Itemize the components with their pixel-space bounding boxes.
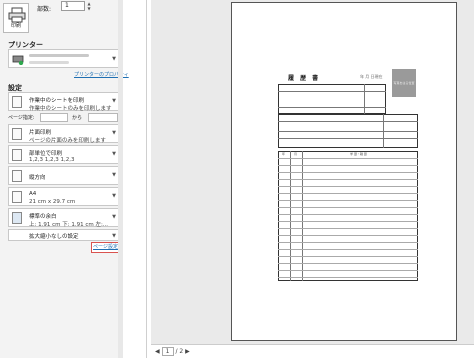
page-total: / 2 (175, 348, 184, 355)
rule (278, 91, 386, 92)
table-row-rule (278, 214, 418, 215)
history-header: 学 歴・職 歴 (350, 152, 367, 156)
rule (278, 138, 418, 139)
printer-status-icon (12, 55, 24, 65)
chevron-down-icon: ▼ (112, 172, 116, 178)
scaling-dropdown[interactable]: 拡大縮小なしの設定 ▼ (8, 229, 120, 241)
col-year: 年 (282, 152, 286, 156)
collate-dropdown[interactable]: 部単位で印刷 1,2,3 1,2,3 1,2,3 ▼ (8, 145, 120, 164)
sides-desc: ページの片面のみを印刷します (29, 138, 106, 144)
pages-to-input[interactable] (88, 113, 118, 122)
preview-page: 履 歴 書 年 月 日現在 写真をはる位置 年 月 学 歴・職 歴 (231, 2, 457, 341)
name-block (278, 84, 386, 114)
rule (278, 131, 418, 132)
table-row-rule (278, 242, 418, 243)
margins-dropdown[interactable]: 標準の余白 上: 1.91 cm 下: 1.91 cm 左:... ▼ (8, 208, 120, 228)
table-row-rule (278, 235, 418, 236)
pages-label: ページ指定: (8, 115, 35, 121)
rule (302, 151, 303, 281)
copies-label: 部数: (37, 6, 52, 13)
paper-desc: 21 cm x 29.7 cm (29, 199, 76, 205)
rule (364, 84, 365, 114)
preview-footer: ◀ 1 / 2 ▶ (151, 344, 474, 358)
margins-label: 標準の余白 (29, 214, 57, 220)
table-row-rule (278, 256, 418, 257)
table-row-rule (278, 249, 418, 250)
table-row-rule (278, 158, 418, 159)
collate-label: 部単位で印刷 (29, 151, 63, 157)
sides-dropdown[interactable]: 片面印刷 ページの片面のみを印刷します ▼ (8, 124, 120, 144)
sheet-icon (12, 96, 22, 108)
print-range-label: 作業中のシートを印刷 (29, 98, 85, 104)
photo-placeholder: 写真をはる位置 (392, 69, 416, 97)
margins-desc: 上: 1.91 cm 下: 1.91 cm 左:... (29, 222, 109, 228)
table-row-rule (278, 165, 418, 166)
pages-to-label: から (72, 115, 83, 121)
portrait-icon (12, 170, 22, 182)
table-row-rule (278, 207, 418, 208)
printer-icon (8, 7, 26, 23)
printer-status-redacted (29, 61, 69, 64)
paper-label: A4 (29, 191, 37, 197)
col-month: 月 (294, 152, 298, 156)
table-row-rule (278, 263, 418, 264)
table-row-rule (278, 179, 418, 180)
settings-scrollbar[interactable] (118, 0, 123, 358)
resume-title: 履 歴 書 (288, 75, 321, 82)
chevron-down-icon: ▼ (112, 151, 116, 157)
panel-divider (146, 0, 147, 358)
print-preview-area: 履 歴 書 年 月 日現在 写真をはる位置 年 月 学 歴・職 歴 (151, 0, 474, 346)
next-page-icon[interactable]: ▶ (185, 348, 190, 355)
scaling-label: 拡大縮小なしの設定 (29, 234, 79, 240)
prev-page-icon[interactable]: ◀ (155, 348, 160, 355)
print-settings-panel: 印刷 部数: 1 ▲ ▼ プリンター ▼ プリンターのプロパティ 設定 作業中の… (0, 0, 129, 358)
printer-dropdown[interactable]: ▼ (8, 49, 120, 68)
table-row-rule (278, 228, 418, 229)
rule (278, 107, 386, 108)
rule (278, 121, 418, 122)
chevron-down-icon: ▼ (112, 56, 116, 62)
resume-date: 年 月 日現在 (360, 74, 383, 79)
chevron-down-icon: ▼ (112, 98, 116, 104)
orientation-dropdown[interactable]: 縦方向 ▼ (8, 166, 120, 185)
rule (383, 114, 384, 148)
copies-input[interactable]: 1 (61, 1, 85, 11)
collate-icon (12, 149, 22, 161)
orientation-label: 縦方向 (29, 175, 46, 181)
table-row-rule (278, 221, 418, 222)
spinner-down-icon[interactable]: ▼ (86, 6, 92, 11)
table-row-rule (278, 186, 418, 187)
chevron-down-icon: ▼ (112, 193, 116, 199)
page-navigator: ◀ 1 / 2 ▶ (155, 347, 190, 356)
current-page-input[interactable]: 1 (161, 347, 174, 356)
sides-label: 片面印刷 (29, 130, 52, 136)
margins-icon (12, 212, 22, 224)
table-row-rule (278, 270, 418, 271)
copies-spinner[interactable]: ▲ ▼ (86, 1, 92, 11)
print-range-dropdown[interactable]: 作業中のシートを印刷 作業中のシートのみを印刷します ▼ (8, 92, 120, 112)
single-side-icon (12, 128, 22, 140)
printer-name-redacted (29, 54, 89, 57)
chevron-down-icon: ▼ (112, 233, 116, 239)
history-table (278, 151, 418, 281)
paper-icon (12, 191, 22, 203)
page-setup-link[interactable]: ページ設定 (91, 242, 120, 253)
table-row-rule (278, 200, 418, 201)
photo-label: 写真をはる位置 (393, 81, 415, 85)
pages-from-input[interactable] (40, 113, 68, 122)
rule (290, 151, 291, 281)
print-button-label: 印刷 (10, 23, 21, 29)
resume-form: 履 歴 書 年 月 日現在 写真をはる位置 年 月 学 歴・職 歴 (278, 69, 418, 281)
print-range-desc: 作業中のシートのみを印刷します (29, 106, 112, 112)
print-button[interactable]: 印刷 (3, 3, 29, 33)
table-row-rule (278, 172, 418, 173)
pages-row: ページ指定: から (8, 113, 120, 123)
paper-size-dropdown[interactable]: A4 21 cm x 29.7 cm ▼ (8, 187, 120, 206)
chevron-down-icon: ▼ (112, 214, 116, 220)
chevron-down-icon: ▼ (112, 130, 116, 136)
table-row-rule (278, 193, 418, 194)
collate-desc: 1,2,3 1,2,3 1,2,3 (29, 157, 75, 163)
table-row-rule (278, 277, 418, 278)
